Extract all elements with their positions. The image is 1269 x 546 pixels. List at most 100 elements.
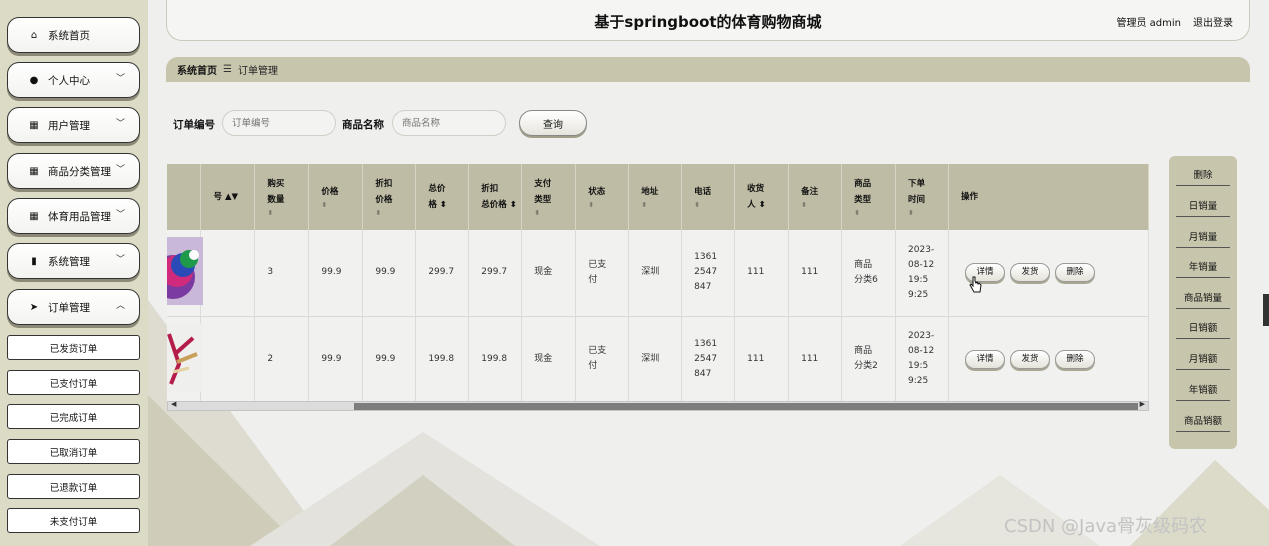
sort-icon[interactable]: ⬍ [641,200,681,210]
sidebar-item-sports-goods-management[interactable]: ▦ 体育用品管理 ﹀ [7,198,140,234]
product-image [167,323,203,392]
column-header-label: 购买 [267,179,285,189]
subitem-refunded-orders[interactable]: 已退款订单 [7,474,140,499]
stats-product-sales-volume[interactable]: 商品销量 [1176,285,1230,309]
cell-quantity: 2 [254,316,310,403]
sidebar-item-category-management[interactable]: ▦ 商品分类管理 ﹀ [7,153,140,189]
sort-icon[interactable]: ⬍ [854,208,895,218]
sort-icon[interactable]: ⬍ [908,208,948,218]
column-header-address[interactable]: 地址 ⬍ [628,164,683,230]
column-header-remark[interactable]: 备注 ⬍ [788,164,843,230]
cell-discount-total: 299.7 [468,230,523,317]
sort-icon[interactable]: ⬍ [694,200,734,210]
column-header-label: 价格 [321,187,339,197]
detail-button[interactable]: 详情 [965,349,1006,369]
product-image-cell [167,316,203,403]
product-image [167,237,203,305]
product-name-label: 商品名称 [342,119,384,131]
table-header-row: 号 ▲▼ 购买 数量 ⬍ 价格 ⬍ 折扣 价格 ⬍ 总价 格 ⬍ 折扣 总价格 … [167,164,1149,230]
scroll-right-icon[interactable]: ▶ [1140,400,1145,408]
breadcrumb-separator-icon: ☰ [223,64,232,75]
column-header-label: 时间 [908,195,926,205]
phone-text: 13612547847 [694,252,718,293]
hand-cursor-icon [969,276,982,293]
product-name-input[interactable] [392,110,506,136]
subitem-shipped-orders[interactable]: 已发货订单 [7,335,140,360]
sidebar-item-system-management[interactable]: ▮ 系统管理 ﹀ [7,243,140,279]
sidebar-item-label: 用户管理 [48,119,90,132]
column-header-phone[interactable]: 电话 ⬍ [681,164,736,230]
column-header-receiver[interactable]: 收货 人 ⬍ [734,164,790,230]
column-header-label: 操作 [961,192,979,202]
table-row: 3 99.9 99.9 299.7 299.7 现金 已支付 深圳 136125… [167,230,1149,317]
category-text: 商品分类6 [854,259,878,285]
sort-icon[interactable]: ⬍ [534,208,575,218]
column-header-label: 商品 [854,179,872,189]
admin-label: 管理员 admin [1116,18,1181,29]
sort-icon[interactable]: ⬍ [801,200,841,210]
stats-yearly-sales-volume[interactable]: 年销量 [1176,254,1230,278]
ship-button[interactable]: 发货 [1010,263,1051,283]
stats-yearly-sales-amount[interactable]: 年销额 [1176,377,1230,401]
order-no-input[interactable] [222,110,336,136]
column-header-discount-total[interactable]: 折扣 总价格 ⬍ [468,164,523,230]
column-header-category[interactable]: 商品 类型 ⬍ [841,164,897,230]
scrollbar-thumb[interactable] [354,403,1138,410]
horizontal-scrollbar[interactable]: ◀ ▶ [167,400,1149,411]
column-header-discount-price[interactable]: 折扣 价格 ⬍ [362,164,417,230]
order-table-container: 号 ▲▼ 购买 数量 ⬍ 价格 ⬍ 折扣 价格 ⬍ 总价 格 ⬍ 折扣 总价格 … [167,164,1149,411]
sidebar-item-personal-center[interactable]: ● 个人中心 ﹀ [7,62,140,98]
sidebar-item-order-management[interactable]: ➤ 订单管理 ︿ [7,289,140,325]
column-header-label: 总价 [428,184,446,194]
sidebar-item-label: 系统首页 [48,29,90,42]
delete-button[interactable]: 删除 [1055,263,1096,283]
chevron-down-icon: ﹀ [115,255,125,265]
user-icon: ● [29,74,39,86]
column-header-quantity[interactable]: 购买 数量 ⬍ [254,164,310,230]
subitem-completed-orders[interactable]: 已完成订单 [7,404,140,429]
sort-icon[interactable]: ⬍ [267,208,308,218]
sort-icon[interactable]: ⬍ [588,200,628,210]
sort-icon[interactable]: ▲▼ [225,192,238,202]
subitem-unpaid-orders[interactable]: 未支付订单 [7,508,140,533]
column-header-order-time[interactable]: 下单 时间 ⬍ [895,164,950,230]
column-header-price[interactable]: 价格 ⬍ [308,164,364,230]
ship-button[interactable]: 发货 [1010,349,1051,369]
delete-button[interactable]: 删除 [1055,349,1096,369]
sidebar-item-user-management[interactable]: ▦ 用户管理 ﹀ [7,107,140,143]
sort-icon[interactable]: ⬍ [440,200,447,210]
stats-daily-sales-volume[interactable]: 日销量 [1176,193,1230,217]
cell-pay-type: 现金 [521,230,577,317]
column-header-pay-type[interactable]: 支付 类型 ⬍ [521,164,577,230]
stats-monthly-sales-amount[interactable]: 月销额 [1176,346,1230,370]
stats-daily-sales-amount[interactable]: 日销额 [1176,315,1230,339]
column-header-image [167,164,202,230]
cell-quantity: 3 [254,230,310,317]
cell-category: 商品分类6 [841,230,897,317]
column-header-label: 号 [213,192,222,202]
grid-icon: ▦ [29,210,39,222]
logout-link[interactable]: 退出登录 [1193,14,1233,29]
column-header-label: 总价格 [481,200,507,210]
cell-phone: 13612547847 [681,230,736,317]
page-scroll-handle[interactable] [1263,294,1269,326]
breadcrumb-home[interactable]: 系统首页 [177,62,217,77]
scroll-left-icon[interactable]: ◀ [171,400,176,408]
stats-product-sales-amount[interactable]: 商品销额 [1176,408,1230,432]
sort-icon[interactable]: ⬍ [759,200,766,210]
cell-price: 99.9 [308,230,364,317]
order-table: 号 ▲▼ 购买 数量 ⬍ 价格 ⬍ 折扣 价格 ⬍ 总价 格 ⬍ 折扣 总价格 … [167,164,1149,403]
stats-delete-button[interactable]: 删除 [1176,162,1230,186]
cell-discount-total: 199.8 [468,316,523,403]
query-button[interactable]: 查询 [519,110,587,136]
column-header-status[interactable]: 状态 ⬍ [575,164,630,230]
sort-icon[interactable]: ⬍ [375,208,415,218]
sort-icon[interactable]: ⬍ [321,200,362,210]
sidebar-item-home[interactable]: ⌂ 系统首页 [7,17,140,53]
stats-monthly-sales-volume[interactable]: 月销量 [1176,224,1230,248]
column-header-total[interactable]: 总价 格 ⬍ [415,164,470,230]
subitem-cancelled-orders[interactable]: 已取消订单 [7,439,140,464]
sort-icon[interactable]: ⬍ [510,200,517,210]
subitem-paid-orders[interactable]: 已支付订单 [7,370,140,395]
column-header-order-no[interactable]: 号 ▲▼ [200,164,256,230]
